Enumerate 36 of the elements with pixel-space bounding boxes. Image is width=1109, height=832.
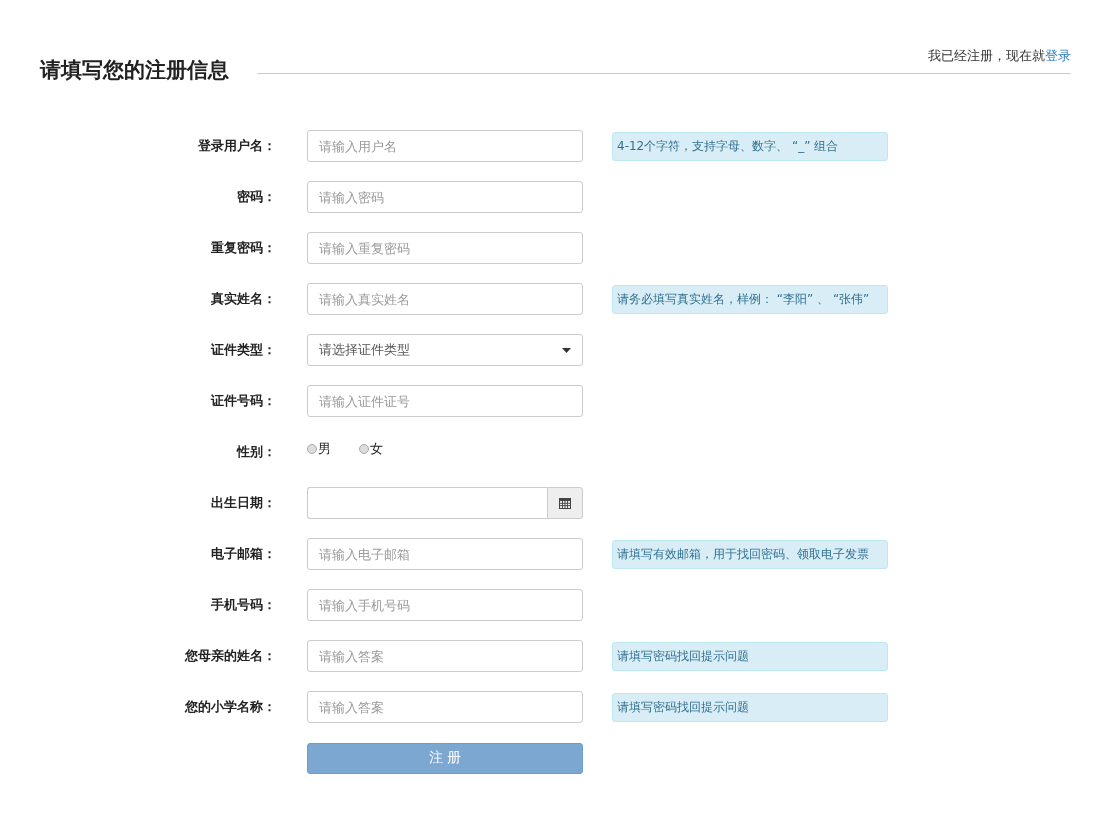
login-link[interactable]: 登录 bbox=[1045, 48, 1071, 63]
login-prompt: 我已经注册，现在就登录 bbox=[928, 47, 1071, 65]
field-label: 重复密码： bbox=[210, 239, 276, 257]
caret-icon bbox=[562, 347, 571, 353]
field-label: 密码： bbox=[236, 188, 276, 206]
text-field[interactable]: 请输入答案 bbox=[307, 691, 583, 723]
hint-box: 请填写密码找回提示问题 bbox=[612, 692, 888, 722]
text-field[interactable]: 请输入电子邮箱 bbox=[307, 538, 583, 570]
text-field[interactable]: 请输入用户名 bbox=[307, 130, 583, 162]
page-title: 请填写您的注册信息 bbox=[40, 57, 229, 84]
field-label: 您的小学名称： bbox=[183, 698, 276, 716]
text-field[interactable]: 请输入密码 bbox=[307, 181, 583, 213]
calendar-button[interactable] bbox=[547, 487, 583, 519]
field-label: 手机号码： bbox=[210, 596, 276, 614]
field-label: 您母亲的姓名： bbox=[183, 647, 276, 665]
hint-box: 请填写密码找回提示问题 bbox=[612, 641, 888, 671]
dropdown[interactable]: 请选择证件类型 bbox=[307, 334, 583, 366]
field-label: 真实姓名： bbox=[210, 290, 276, 308]
field-label: 证件号码： bbox=[209, 392, 276, 410]
field-label: 证件类型： bbox=[209, 341, 276, 359]
hint-box: 4-12个字符，支持字母、数字、 “_” 组合 bbox=[612, 131, 888, 161]
radio-option[interactable]: 女 bbox=[359, 440, 383, 458]
text-field[interactable]: 请输入手机号码 bbox=[307, 589, 583, 621]
text-field[interactable]: 请输入真实姓名 bbox=[307, 283, 583, 315]
radio-option[interactable]: 男 bbox=[307, 440, 331, 458]
calendar-icon bbox=[559, 497, 571, 509]
field-label: 电子邮箱： bbox=[210, 545, 276, 563]
date-field[interactable] bbox=[307, 487, 547, 519]
hint-box: 请填写有效邮箱，用于找回密码、领取电子发票 bbox=[612, 539, 888, 569]
hint-box: 请务必填写真实姓名，样例： “李阳” 、 “张伟” bbox=[612, 284, 888, 314]
field-label: 性别： bbox=[235, 443, 276, 461]
text-field[interactable]: 请输入答案 bbox=[307, 640, 583, 672]
field-label: 出生日期： bbox=[210, 494, 276, 512]
text-field[interactable]: 请输入证件证号 bbox=[307, 385, 583, 417]
field-label: 登录用户名： bbox=[197, 137, 276, 155]
text-field[interactable]: 请输入重复密码 bbox=[307, 232, 583, 264]
